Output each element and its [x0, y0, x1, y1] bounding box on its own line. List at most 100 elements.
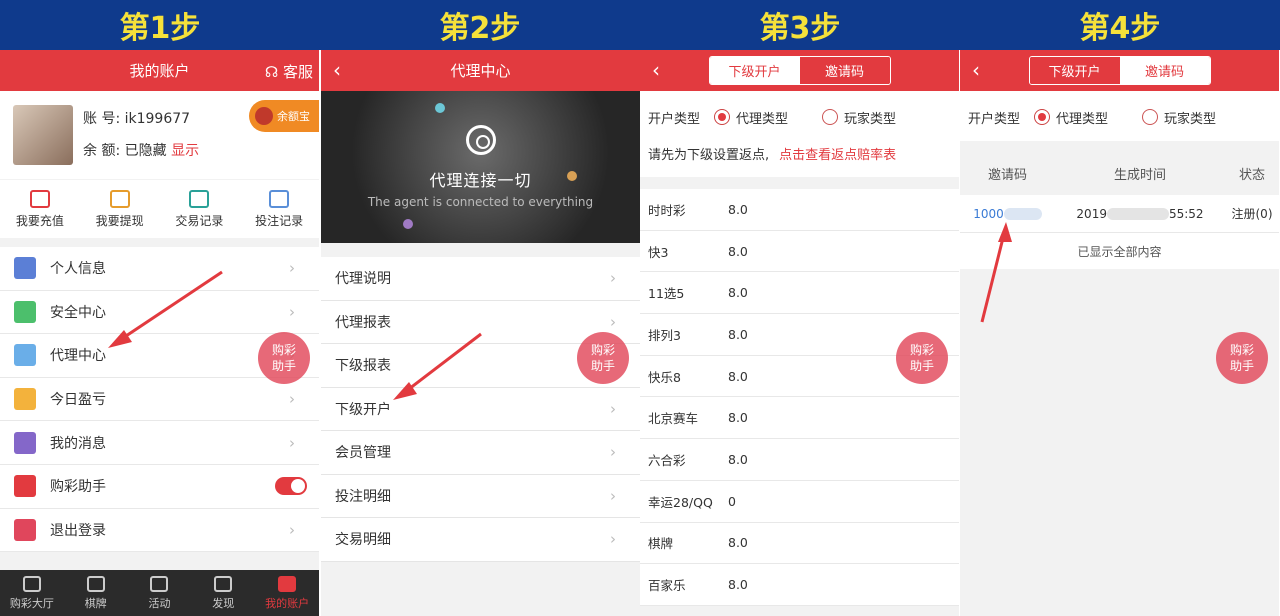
rebate-value: 8.0	[728, 451, 748, 467]
chevron-right-icon: ›	[289, 433, 295, 452]
account-menu: 个人信息 › 安全中心 › 代理中心 › 今日盈亏 › 我的消息 ›	[0, 247, 319, 553]
account-type-label: 开户类型	[968, 111, 1021, 127]
rebate-value: 8.0	[728, 326, 748, 342]
rebate-list: 时时彩 8.0 快3 8.0 11选5 8.0 排列3 8.0 快乐8 8.0 北京赛车 8…	[640, 189, 959, 606]
menu-item-label: 交易明细	[335, 532, 391, 549]
time-start: 2019	[1076, 206, 1107, 221]
page-title: 我的账户	[129, 62, 190, 80]
rebate-row[interactable]: 快3 8.0	[640, 231, 959, 273]
chevron-right-icon: ›	[289, 390, 295, 409]
agent-type-radio[interactable]	[714, 109, 731, 125]
menu-item-member-management[interactable]: 会员管理 ›	[321, 431, 640, 475]
rebate-row[interactable]: 时时彩 8.0	[640, 189, 959, 231]
rebate-row[interactable]: 百家乐 8.0	[640, 564, 959, 606]
menu-item-today-profit[interactable]: 今日盈亏 ›	[0, 378, 319, 422]
back-arrow-icon[interactable]: ‹	[333, 58, 341, 82]
tab-chess-cards[interactable]: 棋牌	[64, 570, 128, 616]
column-status: 状态	[1238, 167, 1265, 183]
chevron-right-icon: ›	[610, 486, 616, 505]
rebate-table-link[interactable]: 点击查看返点赔率表	[779, 144, 896, 163]
menu-item-transaction-details[interactable]: 交易明细 ›	[321, 518, 640, 562]
invite-code-topbar: ‹ 下级开户 邀请码	[960, 50, 1279, 91]
redacted-blur	[1003, 208, 1042, 220]
account-value: ik199677	[124, 111, 191, 127]
tab-label: 购彩大厅	[9, 596, 54, 610]
game-name: 时时彩	[648, 202, 686, 218]
back-arrow-icon[interactable]: ‹	[972, 58, 980, 82]
menu-item-security-center[interactable]: 安全中心 ›	[0, 291, 319, 335]
deposit-button[interactable]: 我要充值	[0, 180, 80, 238]
invite-code-screen: ‹ 下级开户 邀请码 开户类型 代理类型 玩家类型 邀请码 生成时间 状态 10…	[960, 50, 1279, 616]
withdraw-button[interactable]: 我要提现	[80, 180, 160, 238]
rebate-value: 8.0	[728, 577, 748, 593]
tab-activities[interactable]: 活动	[128, 570, 192, 616]
menu-item-label: 下级开户	[335, 401, 391, 418]
lottery-helper-float-button[interactable]: 购彩 助手	[896, 332, 948, 384]
tab-label: 发现	[212, 596, 235, 610]
tab-lottery-hall[interactable]: 购彩大厅	[0, 570, 64, 616]
invite-table-header: 邀请码 生成时间 状态	[960, 151, 1279, 195]
chevron-right-icon: ›	[610, 530, 616, 549]
rebate-row[interactable]: 幸运28/QQ 0	[640, 481, 959, 523]
menu-item-label: 代理中心	[50, 348, 106, 365]
rebate-row[interactable]: 北京赛车 8.0	[640, 397, 959, 440]
agent-type-radio[interactable]	[1034, 109, 1051, 125]
tab-subordinate-account[interactable]: 下级开户	[709, 57, 800, 84]
account-type-row: 开户类型 代理类型 玩家类型	[648, 99, 951, 135]
avatar[interactable]	[13, 105, 73, 165]
menu-item-label: 今日盈亏	[50, 392, 106, 409]
tutorial-screenshot: 第1步 第2步 第3步 第4步 我的账户 ☊ 客服 账 号: ik199677 …	[0, 0, 1280, 616]
tab-discover[interactable]: 发现	[191, 570, 255, 616]
customer-service-button[interactable]: ☊ 客服	[265, 61, 313, 82]
helper-line-1: 购彩	[271, 343, 296, 357]
menu-item-label: 安全中心	[50, 304, 106, 321]
person-icon	[278, 575, 297, 592]
bet-records-button[interactable]: 投注记录	[239, 180, 319, 238]
chevron-right-icon: ›	[610, 443, 616, 462]
agent-banner: 代理连接一切 The agent is connected to everyth…	[321, 91, 640, 243]
chevron-right-icon: ›	[610, 269, 616, 288]
menu-item-logout[interactable]: 退出登录 ›	[0, 509, 319, 553]
menu-item-personal-info[interactable]: 个人信息 ›	[0, 247, 319, 291]
invite-code-cell[interactable]: 1000	[960, 207, 1055, 221]
table-row[interactable]: 1000 2019 55:52 注册(0)	[960, 195, 1279, 233]
rebate-hint-row: 请先为下级设置返点, 点击查看返点赔率表	[648, 135, 951, 171]
transaction-records-label: 交易记录	[175, 213, 224, 228]
redacted-blur	[1106, 208, 1169, 220]
lottery-helper-float-button[interactable]: 购彩 助手	[1216, 332, 1268, 384]
rebate-row[interactable]: 11选5 8.0	[640, 272, 959, 315]
menu-item-label: 购彩助手	[50, 479, 106, 496]
helper-line-2: 助手	[1229, 359, 1254, 373]
player-type-radio[interactable]	[1142, 109, 1159, 125]
segment-control: 下级开户 邀请码	[708, 56, 891, 85]
tab-my-account[interactable]: 我的账户	[255, 570, 319, 616]
back-arrow-icon[interactable]: ‹	[652, 58, 660, 82]
helper-line-1: 购彩	[590, 343, 615, 357]
column-created-time: 生成时间	[1113, 167, 1166, 183]
agent-menu: 代理说明 › 代理报表 › 下级报表 › 下级开户 › 会员管理 › 投注明细 › 交易明细…	[321, 257, 640, 562]
show-balance-link[interactable]: 显示	[171, 143, 199, 159]
menu-item-bet-details[interactable]: 投注明细 ›	[321, 475, 640, 518]
menu-item-subordinate-account-opening[interactable]: 下级开户 ›	[321, 388, 640, 431]
tab-label: 活动	[148, 596, 171, 610]
lottery-helper-toggle[interactable]	[275, 477, 307, 496]
step-2-label: 第2步	[439, 11, 521, 46]
rebate-hint: 请先为下级设置返点,	[648, 147, 770, 163]
menu-item-my-messages[interactable]: 我的消息 ›	[0, 421, 319, 465]
tab-invite-code[interactable]: 邀请码	[1119, 57, 1210, 84]
rebate-row[interactable]: 六合彩 8.0	[640, 439, 959, 481]
yue-bao-button[interactable]: 余额宝	[249, 100, 319, 132]
transaction-records-button[interactable]: 交易记录	[160, 180, 240, 238]
rebate-row[interactable]: 棋牌 8.0	[640, 523, 959, 565]
withdraw-icon	[109, 189, 130, 208]
lottery-helper-float-button[interactable]: 购彩 助手	[577, 332, 629, 384]
tab-invite-code[interactable]: 邀请码	[799, 57, 890, 84]
player-type-radio[interactable]	[822, 109, 839, 125]
home-icon	[22, 575, 41, 592]
menu-item-agent-description[interactable]: 代理说明 ›	[321, 257, 640, 301]
step-4-label: 第4步	[1079, 11, 1161, 46]
step-header: 第1步 第2步 第3步 第4步	[0, 0, 1280, 50]
lottery-helper-float-button[interactable]: 购彩 助手	[258, 332, 310, 384]
tab-subordinate-account[interactable]: 下级开户	[1029, 57, 1120, 84]
menu-item-label: 代理说明	[335, 271, 391, 288]
